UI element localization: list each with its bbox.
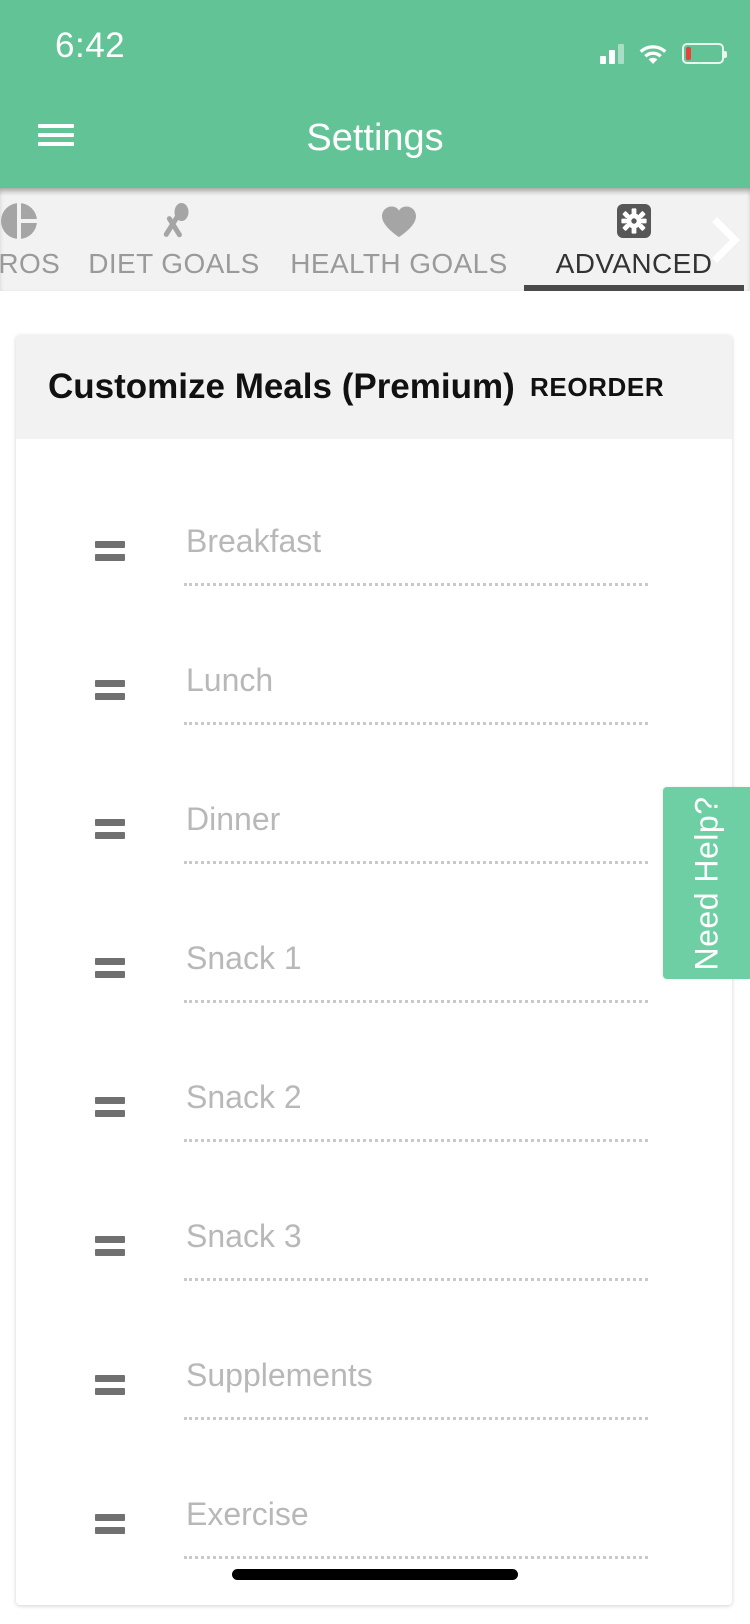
meal-row — [16, 1047, 732, 1186]
tab-advanced[interactable]: ADVANCED — [524, 188, 744, 291]
home-indicator — [232, 1569, 518, 1580]
meal-name-input[interactable] — [184, 1483, 648, 1559]
reorder-button[interactable]: REORDER — [530, 372, 664, 403]
meal-row — [16, 1464, 732, 1603]
meal-name-input[interactable] — [184, 1066, 648, 1142]
drag-handle-icon[interactable] — [95, 819, 125, 839]
signal-bars-icon — [600, 42, 624, 64]
pie-chart-icon — [0, 198, 41, 244]
tab-macros[interactable]: CROS — [0, 188, 74, 291]
customize-meals-card: Customize Meals (Premium) REORDER — [16, 335, 732, 1605]
meal-name-input[interactable] — [184, 649, 648, 725]
app-root: 6:42 Settings ROS DIET GOALS HEALTH GOAL… — [0, 0, 750, 1624]
drag-handle-icon[interactable] — [95, 541, 125, 561]
wifi-icon — [638, 41, 668, 64]
tab-diet-goals[interactable]: DIET GOALS — [74, 188, 274, 291]
need-help-tab[interactable]: Need Help? — [663, 787, 750, 979]
card-header: Customize Meals (Premium) REORDER — [16, 335, 732, 439]
status-time: 6:42 — [55, 26, 126, 65]
meal-name-input[interactable] — [184, 927, 648, 1003]
meal-row — [16, 769, 732, 908]
meal-name-input[interactable] — [184, 510, 648, 586]
drag-handle-icon[interactable] — [95, 680, 125, 700]
fork-spoon-icon — [152, 198, 196, 244]
drag-handle-icon[interactable] — [95, 1097, 125, 1117]
meal-row — [16, 491, 732, 630]
drag-handle-icon[interactable] — [95, 1236, 125, 1256]
drag-handle-icon[interactable] — [95, 1514, 125, 1534]
meal-row — [16, 1325, 732, 1464]
meal-row — [16, 1186, 732, 1325]
meal-name-input[interactable] — [184, 788, 648, 864]
meal-row — [16, 908, 732, 1047]
tab-active-underline — [524, 285, 744, 291]
status-icons — [600, 30, 727, 64]
meal-name-input[interactable] — [184, 1205, 648, 1281]
tab-health-goals[interactable]: HEALTH GOALS — [274, 188, 524, 291]
tab-health-goals-label: HEALTH GOALS — [290, 248, 508, 279]
need-help-label: Need Help? — [688, 796, 724, 970]
tab-advanced-label: ADVANCED — [555, 248, 713, 279]
status-bar: 6:42 — [0, 0, 750, 88]
drag-handle-icon[interactable] — [95, 1375, 125, 1395]
meal-name-input[interactable] — [184, 1344, 648, 1420]
tab-macros-label: CROS — [0, 248, 61, 279]
tab-diet-goals-label: DIET GOALS — [88, 248, 260, 279]
nav-bar: Settings — [0, 88, 750, 188]
meal-row — [16, 630, 732, 769]
battery-low-icon — [682, 43, 727, 64]
card-title: Customize Meals (Premium) — [48, 367, 515, 406]
meal-list — [16, 439, 732, 1603]
drag-handle-icon[interactable] — [95, 958, 125, 978]
gear-icon — [612, 198, 656, 244]
tab-bar[interactable]: CROS DIET GOALS HEALTH GOALS — [0, 188, 750, 291]
page-title: Settings — [306, 117, 444, 159]
heart-icon — [377, 198, 421, 244]
